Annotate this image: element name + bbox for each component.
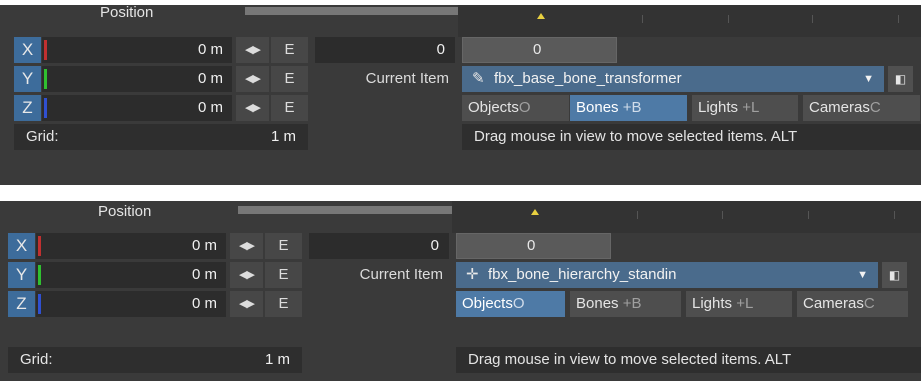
null-object-icon: ✛	[466, 266, 479, 283]
frame-slider[interactable]: 0	[462, 37, 617, 63]
x-position-value: 0 m	[191, 237, 217, 254]
mode-bones-button[interactable]: Bones +B	[570, 95, 688, 121]
mode-bones-shortcut: +B	[622, 295, 642, 312]
timeline-tick	[722, 211, 723, 219]
mode-lights-label: Lights	[698, 99, 739, 116]
mode-lights-button[interactable]: Lights +L	[686, 291, 793, 317]
mode-objects-shortcut: O	[518, 99, 531, 116]
y-envelope-button[interactable]: E	[271, 66, 308, 92]
mode-bones-shortcut: +B	[622, 99, 642, 116]
z-position-field[interactable]: 0 m	[36, 291, 226, 317]
z-position-field[interactable]: 0 m	[42, 95, 232, 121]
mode-lights-shortcut: +L	[742, 99, 760, 116]
frame-slider[interactable]: 0	[456, 233, 611, 259]
mode-cameras-button[interactable]: CamerasC	[797, 291, 909, 317]
status-message: Drag mouse in view to move selected item…	[456, 347, 921, 373]
current-item-value: fbx_base_bone_transformer	[494, 70, 682, 87]
mode-objects-button[interactable]: ObjectsO	[462, 95, 570, 121]
axis-y-label: Y	[14, 66, 41, 92]
position-title: Position	[98, 203, 152, 220]
current-item-value: fbx_bone_hierarchy_standin	[488, 266, 677, 283]
mode-bones-label: Bones	[576, 295, 619, 312]
current-frame-marker	[537, 13, 545, 19]
z-position-value: 0 m	[197, 99, 223, 116]
timeline-tick	[894, 211, 895, 219]
timeline-tick	[728, 15, 729, 23]
mode-cameras-label: Cameras	[803, 295, 864, 312]
mode-objects-label: Objects	[468, 99, 519, 116]
timeline-tick	[808, 211, 809, 219]
status-message: Drag mouse in view to move selected item…	[462, 124, 921, 150]
mode-bones-button[interactable]: Bones +B	[570, 291, 682, 317]
timeline-track[interactable]	[452, 201, 921, 233]
frame-field[interactable]: 0	[315, 37, 455, 63]
bone-icon: ✎	[472, 70, 485, 87]
item-properties-button[interactable]: ◧	[882, 262, 907, 288]
z-position-value: 0 m	[191, 295, 217, 312]
y-position-field[interactable]: 0 m	[36, 262, 226, 288]
y-step-arrows-button[interactable]: ◀▶	[230, 262, 263, 288]
mode-cameras-shortcut: C	[863, 295, 875, 312]
x-step-arrows-button[interactable]: ◀▶	[236, 37, 269, 63]
mode-lights-button[interactable]: Lights +L	[692, 95, 799, 121]
chevron-down-icon: ▼	[863, 73, 874, 85]
current-frame-marker	[531, 209, 539, 215]
timeline-tick	[898, 15, 899, 23]
x-axis-color-bar	[44, 40, 47, 60]
z-envelope-button[interactable]: E	[271, 95, 308, 121]
timeline-tick	[812, 15, 813, 23]
position-panel-objects: Position X 0 m ◀▶ E Y 0 m ◀▶ E Z 0 m ◀▶ …	[0, 201, 921, 381]
timeline-tick	[642, 15, 643, 23]
axis-z-label: Z	[8, 291, 35, 317]
position-title: Position	[100, 5, 154, 21]
mode-objects-shortcut: O	[512, 295, 525, 312]
y-axis-color-bar	[38, 265, 41, 285]
mode-objects-label: Objects	[462, 295, 513, 312]
y-position-field[interactable]: 0 m	[42, 66, 232, 92]
position-panel-bones: Position X 0 m ◀▶ E Y 0 m ◀▶ E Z 0 m ◀▶ …	[0, 5, 921, 185]
axis-z-label: Z	[14, 95, 41, 121]
mode-cameras-button[interactable]: CamerasC	[803, 95, 921, 121]
mode-lights-shortcut: +L	[736, 295, 754, 312]
current-item-dropdown[interactable]: ✛ fbx_bone_hierarchy_standin ▼	[456, 262, 878, 288]
chevron-down-icon: ▼	[857, 269, 868, 281]
current-item-dropdown[interactable]: ✎ fbx_base_bone_transformer ▼	[462, 66, 884, 92]
z-envelope-button[interactable]: E	[265, 291, 302, 317]
z-axis-color-bar	[44, 98, 47, 118]
mode-objects-button[interactable]: ObjectsO	[456, 291, 566, 317]
y-position-value: 0 m	[191, 266, 217, 283]
y-axis-color-bar	[44, 69, 47, 89]
x-envelope-button[interactable]: E	[265, 233, 302, 259]
mode-cameras-label: Cameras	[809, 99, 870, 116]
current-item-label: Current Item	[359, 266, 443, 283]
x-step-arrows-button[interactable]: ◀▶	[230, 233, 263, 259]
grid-label: Grid:	[20, 351, 53, 368]
z-step-arrows-button[interactable]: ◀▶	[230, 291, 263, 317]
mode-lights-label: Lights	[692, 295, 733, 312]
axis-x-label: X	[14, 37, 41, 63]
item-properties-button[interactable]: ◧	[888, 66, 913, 92]
x-axis-color-bar	[38, 236, 41, 256]
y-position-value: 0 m	[197, 70, 223, 87]
y-step-arrows-button[interactable]: ◀▶	[236, 66, 269, 92]
grid-size-value: 1 m	[270, 128, 296, 145]
x-position-field[interactable]: 0 m	[36, 233, 226, 259]
grid-size-value: 1 m	[264, 351, 290, 368]
current-item-label: Current Item	[365, 70, 449, 87]
axis-x-label: X	[8, 233, 35, 259]
timeline-tick	[637, 211, 638, 219]
x-position-field[interactable]: 0 m	[42, 37, 232, 63]
z-axis-color-bar	[38, 294, 41, 314]
mode-bones-label: Bones	[576, 99, 619, 116]
z-step-arrows-button[interactable]: ◀▶	[236, 95, 269, 121]
x-envelope-button[interactable]: E	[271, 37, 308, 63]
frame-field[interactable]: 0	[309, 233, 449, 259]
grid-label: Grid:	[26, 128, 59, 145]
y-envelope-button[interactable]: E	[265, 262, 302, 288]
x-position-value: 0 m	[197, 41, 223, 58]
mode-cameras-shortcut: C	[869, 99, 881, 116]
timeline-track[interactable]	[458, 5, 921, 37]
axis-y-label: Y	[8, 262, 35, 288]
